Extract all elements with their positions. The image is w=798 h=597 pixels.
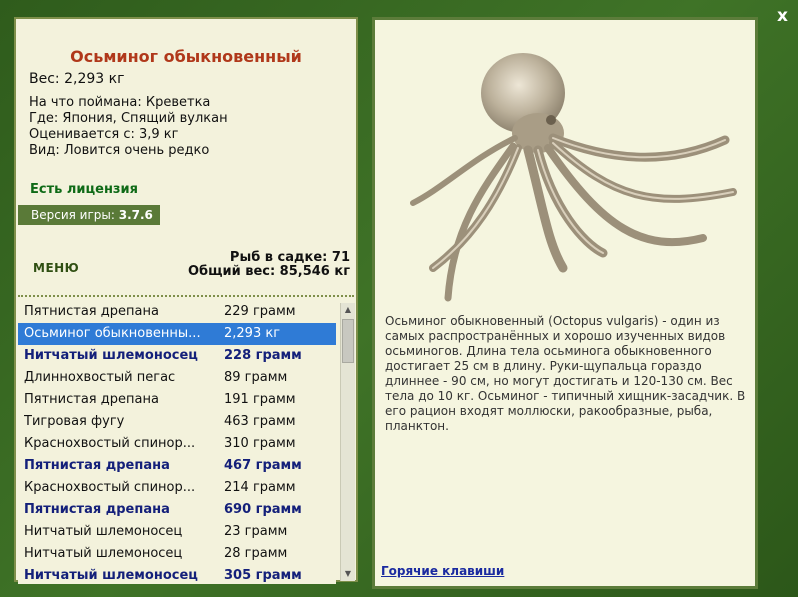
divider	[18, 295, 354, 297]
list-item-name: Нитчатый шлемоносец	[24, 524, 183, 539]
list-item[interactable]: Пятнистая дрепана 690 грамм	[18, 499, 336, 521]
list-item-weight: 310 грамм	[224, 436, 296, 451]
list-item-weight: 23 грамм	[224, 524, 288, 539]
list-item[interactable]: Нитчатый шлемоносец 23 грамм	[18, 521, 336, 543]
list-scrollbar[interactable]: ▲ ▼	[340, 303, 355, 581]
list-item[interactable]: Пятнистая дрепана 229 грамм	[18, 301, 336, 323]
fish-weight: Вес: 2,293 кг	[29, 71, 125, 87]
list-item-name: Длиннохвостый пегас	[24, 370, 176, 385]
fish-description: Осьминог обыкновенный (Octopus vulgaris)…	[385, 314, 746, 433]
list-item-name: Нитчатый шлемоносец	[24, 546, 183, 561]
list-item-name: Пятнистая дрепана	[24, 502, 170, 517]
arrow-up-icon[interactable]: ▲	[341, 303, 355, 317]
rarity-text: Вид: Ловится очень редко	[29, 143, 210, 158]
fish-info-panel: Осьминог обыкновенный Вес: 2,293 кг На ч…	[14, 17, 358, 584]
close-icon[interactable]: x	[777, 6, 788, 26]
version-label: Версия игры:	[31, 208, 115, 222]
list-item-weight: 228 грамм	[224, 348, 302, 363]
list-item-weight: 28 грамм	[224, 546, 288, 561]
list-item[interactable]: Нитчатый шлемоносец 228 грамм	[18, 345, 336, 367]
version-value: 3.7.6	[118, 208, 153, 222]
list-item[interactable]: Нитчатый шлемоносец 305 грамм	[18, 565, 336, 584]
fish-details: На что поймана: Креветка Где: Япония, Сп…	[29, 95, 228, 159]
list-item[interactable]: Осьминог обыкновенны... 2,293 кг	[18, 323, 336, 345]
list-item-weight: 467 грамм	[224, 458, 302, 473]
list-item[interactable]: Пятнистая дрепана 191 грамм	[18, 389, 336, 411]
location-text: Где: Япония, Спящий вулкан	[29, 111, 228, 126]
list-item-name: Пятнистая дрепана	[24, 392, 159, 407]
license-status: Есть лицензия	[30, 182, 138, 197]
list-item[interactable]: Нитчатый шлемоносец 28 грамм	[18, 543, 336, 565]
catch-stats: Рыб в садке: 71 Общий вес: 85,546 кг	[188, 251, 350, 279]
menu-button[interactable]: МЕНЮ	[33, 261, 79, 275]
fish-list[interactable]: Пятнистая дрепана 229 грамм Осьминог обыкн…	[18, 301, 336, 584]
list-item-weight: 2,293 кг	[224, 326, 281, 341]
arrow-down-icon[interactable]: ▼	[341, 567, 355, 581]
total-weight: Общий вес: 85,546 кг	[187, 264, 350, 279]
list-item-name: Нитчатый шлемоносец	[24, 348, 198, 363]
list-item-weight: 214 грамм	[224, 480, 296, 495]
octopus-photo	[410, 53, 737, 302]
list-item-weight: 191 грамм	[224, 392, 296, 407]
valued-text: Оценивается с: 3,9 кг	[29, 127, 179, 142]
fish-count: Рыб в садке: 71	[229, 250, 350, 265]
list-item-name: Пятнистая дрепана	[24, 458, 170, 473]
scroll-thumb[interactable]	[342, 319, 354, 363]
list-item[interactable]: Краснохвостый спинор... 310 грамм	[18, 433, 336, 455]
list-item[interactable]: Краснохвостый спинор... 214 грамм	[18, 477, 336, 499]
fish-description-panel: Осьминог обыкновенный (Octopus vulgaris)…	[372, 17, 758, 589]
list-item-name: Нитчатый шлемоносец	[24, 568, 198, 583]
caught-on-text: На что поймана: Креветка	[29, 95, 211, 110]
list-item-name: Тигровая фугу	[24, 414, 125, 429]
list-item[interactable]: Пятнистая дрепана 467 грамм	[18, 455, 336, 477]
list-item-name: Краснохвостый спинор...	[24, 480, 196, 495]
fish-name-title: Осьминог обыкновенный	[70, 47, 302, 66]
list-item-name: Краснохвостый спинор...	[24, 436, 196, 451]
hotkeys-link[interactable]: Горячие клавиши	[381, 564, 504, 578]
list-item-weight: 305 грамм	[224, 568, 302, 583]
list-item-name: Пятнистая дрепана	[24, 304, 159, 319]
list-item-weight: 690 грамм	[224, 502, 302, 517]
list-item-weight: 463 грамм	[224, 414, 296, 429]
list-item-weight: 89 грамм	[224, 370, 288, 385]
version-bar: Версия игры: 3.7.6	[18, 205, 160, 225]
list-item[interactable]: Тигровая фугу 463 грамм	[18, 411, 336, 433]
list-item-name: Осьминог обыкновенны...	[24, 326, 201, 341]
list-item-weight: 229 грамм	[224, 304, 296, 319]
list-item[interactable]: Длиннохвостый пегас 89 грамм	[18, 367, 336, 389]
